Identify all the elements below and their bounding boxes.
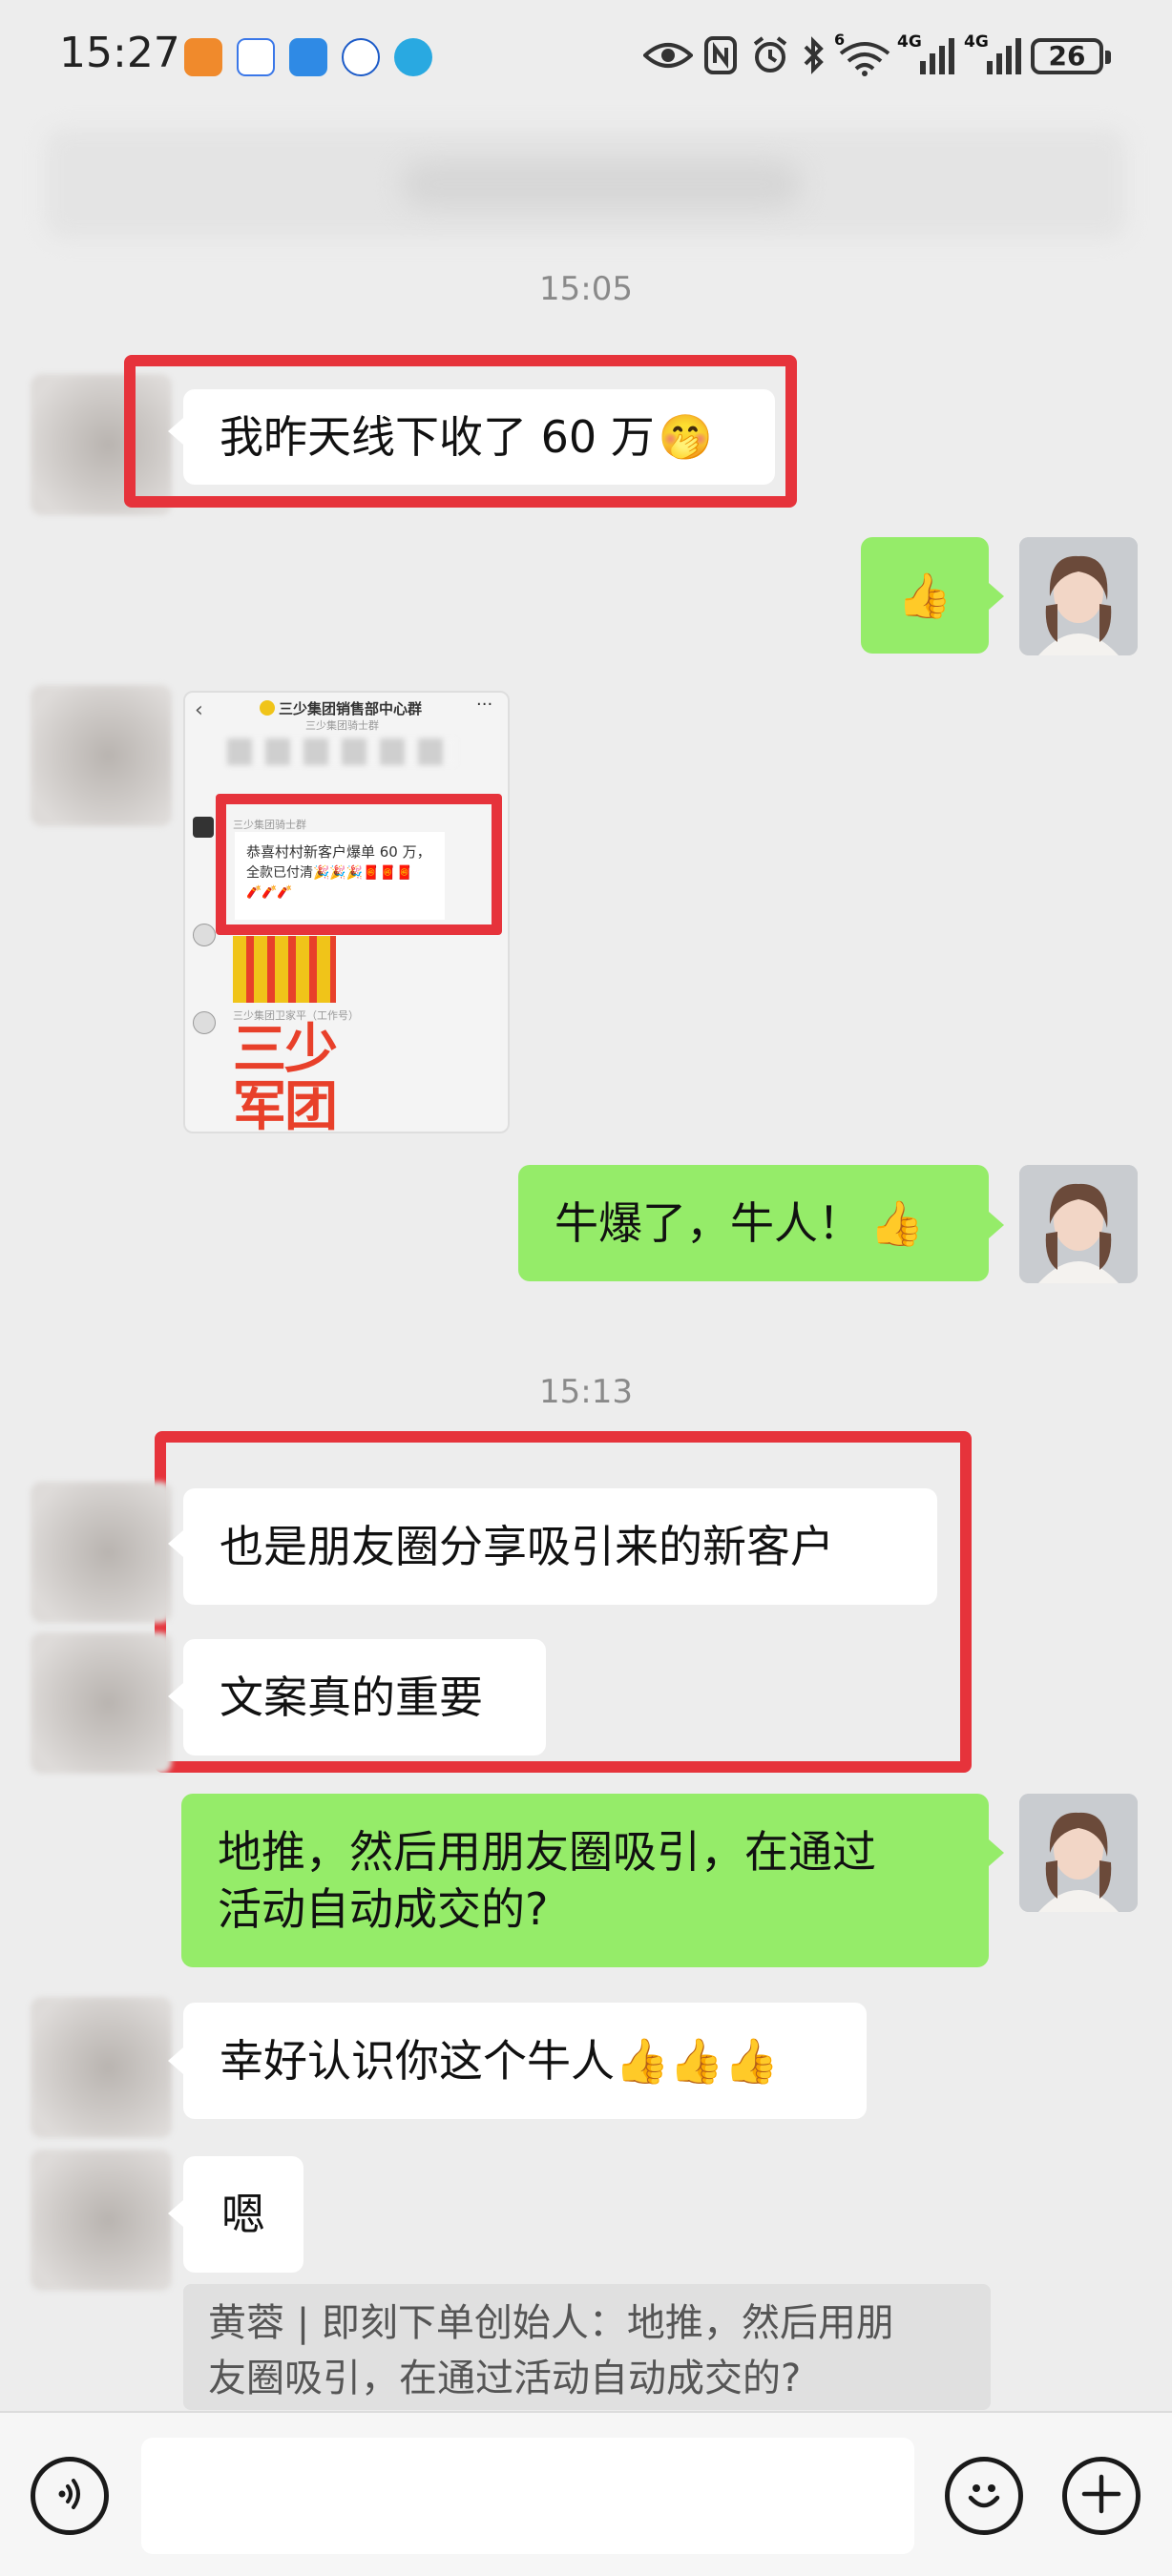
- message-text: 也是朋友圈分享吸引来的新客户: [220, 1521, 834, 1572]
- sender-avatar: [193, 924, 216, 946]
- my-avatar[interactable]: [1019, 1165, 1138, 1283]
- avatar[interactable]: [31, 1482, 172, 1623]
- signal-1-icon: 4G: [897, 32, 956, 78]
- voice-icon: [51, 2475, 89, 2517]
- message-input[interactable]: [141, 2438, 914, 2554]
- group-logo-icon: [260, 700, 275, 716]
- eye-icon: [641, 32, 695, 78]
- message-bubble-incoming[interactable]: 我昨天线下收了 60 万 🤭: [183, 389, 775, 485]
- sticker-image: [233, 936, 336, 1003]
- timestamp: 15:13: [539, 1373, 633, 1411]
- sender-avatar: [193, 817, 214, 838]
- message-bubble-outgoing[interactable]: 牛爆了，牛人！ 👍: [518, 1165, 989, 1281]
- bluetooth-icon: [800, 32, 828, 78]
- plus-icon: [1078, 2471, 1124, 2521]
- status-time: 15:27: [59, 29, 180, 77]
- shot-title: 三少集团销售部中心群: [279, 700, 423, 717]
- quote-text: 友圈吸引，在通过活动自动成交的?: [208, 2357, 802, 2400]
- bubble-tail: [168, 2200, 183, 2227]
- thumbs-up-emoji: 👍👍👍: [615, 2035, 779, 2087]
- wifi-icon: 6: [834, 31, 891, 78]
- bubble-tail: [989, 1839, 1004, 1866]
- blurred-avatars: [227, 738, 456, 765]
- message-bubble-incoming[interactable]: 文案真的重要: [183, 1639, 546, 1755]
- more-icon: ···: [476, 695, 493, 715]
- battery-indicator: 26: [1031, 38, 1111, 74]
- bubble-tail: [168, 1683, 183, 1710]
- back-icon: ‹: [195, 698, 203, 722]
- message-bubble-outgoing[interactable]: 👍: [861, 537, 989, 654]
- message-bubble-incoming[interactable]: 幸好认识你这个牛人 👍👍👍: [183, 2003, 867, 2119]
- sender-avatar: [193, 1011, 216, 1034]
- message-bubble-outgoing[interactable]: 地推，然后用朋友圈吸引，在通过 活动自动成交的?: [181, 1794, 989, 1967]
- message-bubble-incoming[interactable]: 嗯: [183, 2156, 303, 2273]
- sticker-text: 三少: [233, 1019, 338, 1081]
- avatar[interactable]: [31, 1997, 172, 2138]
- bubble-tail: [989, 583, 1004, 610]
- avatar[interactable]: [31, 1632, 172, 1774]
- nfc-icon: [701, 32, 740, 78]
- emoji: 🤭: [658, 411, 714, 463]
- quoted-reply[interactable]: 黄蓉 | 即刻下单创始人：地推，然后用朋 友圈吸引，在通过活动自动成交的?: [183, 2284, 991, 2410]
- weather-notification-icon: [289, 38, 327, 76]
- signal-2-icon: 4G: [964, 32, 1023, 78]
- sticker-text: 军团: [233, 1076, 338, 1133]
- bubble-tail: [168, 418, 183, 445]
- bank-notification-icon: [342, 38, 380, 76]
- message-text: 嗯: [221, 2189, 265, 2240]
- voice-button[interactable]: [31, 2457, 109, 2535]
- message-text: 地推，然后用朋友圈吸引，在通过: [218, 1826, 876, 1878]
- message-text: 我昨天线下收了 60 万: [220, 411, 655, 463]
- highlight-box: [216, 794, 502, 935]
- my-avatar[interactable]: [1019, 1794, 1138, 1912]
- avatar[interactable]: [31, 685, 172, 826]
- bubble-tail: [989, 1212, 1004, 1238]
- message-text: 文案真的重要: [220, 1672, 483, 1723]
- emoji-icon: [957, 2467, 1011, 2524]
- message-text: 牛爆了，牛人！: [555, 1197, 862, 1249]
- thumbs-up-emoji: 👍: [869, 1197, 925, 1249]
- avatar[interactable]: [31, 2150, 172, 2291]
- quote-text: 黄蓉 | 即刻下单创始人：地推，然后用朋: [208, 2301, 894, 2345]
- message-text: 活动自动成交的?: [218, 1883, 549, 1935]
- emoji-button[interactable]: [945, 2457, 1023, 2535]
- shot-subtitle: 三少集团骑士群: [305, 719, 379, 732]
- app-notification-icon: [184, 38, 222, 76]
- bubble-tail: [168, 2047, 183, 2074]
- big-red-sticker: 三少 军团: [233, 1019, 338, 1133]
- timestamp: 15:05: [539, 270, 633, 308]
- message-text: 幸好认识你这个牛人: [220, 2035, 615, 2087]
- alarm-icon: [749, 32, 791, 78]
- message-bubble-incoming[interactable]: 也是朋友圈分享吸引来的新客户: [183, 1488, 937, 1605]
- thumbs-up-emoji: 👍: [897, 570, 952, 621]
- browser-notification-icon: [394, 38, 432, 76]
- my-avatar[interactable]: [1019, 537, 1138, 655]
- bubble-tail: [168, 1530, 183, 1557]
- calendar-notification-icon: [237, 38, 275, 76]
- chat-title-blurred: [401, 160, 802, 208]
- more-actions-button[interactable]: [1062, 2457, 1141, 2535]
